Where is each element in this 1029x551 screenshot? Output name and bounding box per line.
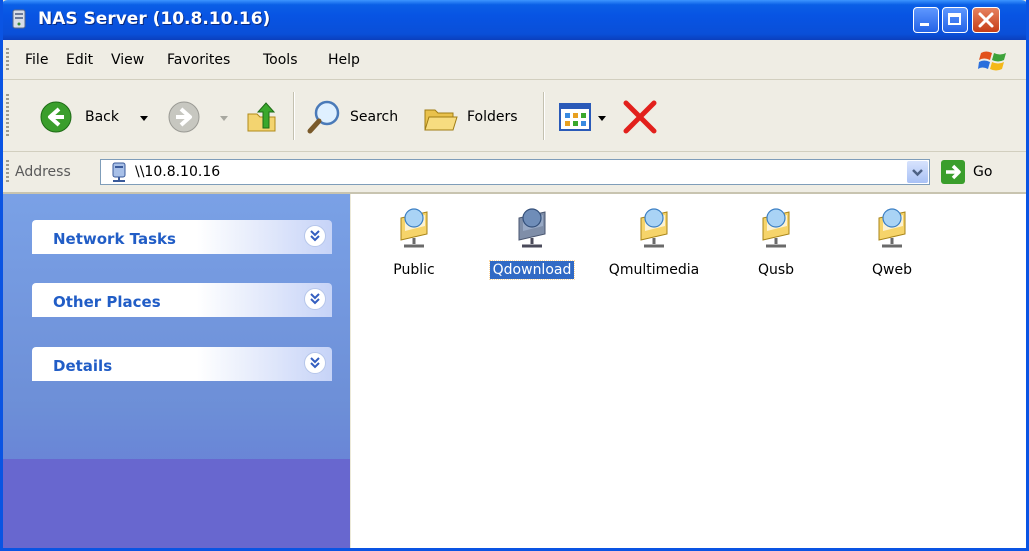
shared-folder-icon	[762, 208, 790, 248]
folder-item-public[interactable]: Public	[359, 198, 469, 288]
views-dropdown-icon[interactable]	[597, 113, 607, 123]
folder-item-qusb[interactable]: Qusb	[721, 198, 831, 288]
details-panel[interactable]: Details	[32, 347, 332, 381]
explorer-window: NAS Server (10.8.10.16) File Edit View F…	[0, 0, 1029, 551]
back-dropdown-icon[interactable]	[139, 113, 149, 123]
folders-icon	[424, 109, 458, 131]
address-bar: Address \\10.8.10.16 Go	[3, 152, 1026, 194]
up-folder-icon[interactable]	[245, 100, 279, 134]
folder-label: Public	[393, 262, 435, 278]
standard-toolbar: Back Search Folders	[3, 80, 1026, 152]
folders-label: Folders	[467, 109, 518, 125]
go-button[interactable]	[941, 160, 965, 184]
panel-title: Details	[53, 357, 113, 375]
window-title: NAS Server (10.8.10.16)	[38, 9, 271, 29]
shared-folder-icon	[878, 208, 906, 248]
network-server-icon	[112, 162, 126, 182]
task-pane: Network Tasks Other Places Details	[3, 194, 350, 548]
folder-label: Qusb	[757, 262, 795, 278]
toolbar-separator	[543, 92, 544, 140]
menu-edit[interactable]: Edit	[66, 52, 93, 68]
back-arrow-icon	[40, 101, 72, 133]
windows-logo-icon	[978, 51, 1006, 71]
folder-view[interactable]: Public Qdownload Qmultimedia Qusb Qweb	[351, 194, 1026, 548]
menu-tools[interactable]: Tools	[263, 52, 298, 68]
menu-view[interactable]: View	[111, 52, 144, 68]
menu-grip[interactable]	[6, 48, 9, 72]
back-label: Back	[85, 109, 119, 125]
address-text: \\10.8.10.16	[135, 164, 221, 180]
forward-button[interactable]	[167, 100, 237, 134]
delete-icon[interactable]	[621, 98, 659, 136]
network-tasks-panel[interactable]: Network Tasks	[32, 220, 332, 254]
close-button[interactable]	[972, 7, 1000, 33]
chevron-down-icon	[912, 169, 923, 177]
maximize-button[interactable]	[942, 7, 968, 33]
address-label: Address	[15, 164, 71, 180]
toolbar-grip[interactable]	[6, 94, 9, 138]
folder-label: Qdownload	[477, 260, 587, 280]
address-grip[interactable]	[6, 160, 9, 184]
other-places-panel[interactable]: Other Places	[32, 283, 332, 317]
folder-label: Qweb	[872, 262, 912, 278]
toolbar-separator	[293, 92, 294, 140]
close-icon	[978, 12, 994, 28]
shared-folder-icon	[640, 208, 668, 248]
back-button[interactable]: Back	[39, 100, 165, 134]
forward-dropdown-icon[interactable]	[219, 113, 229, 123]
menu-bar: File Edit View Favorites Tools Help	[3, 40, 1026, 80]
panel-title: Other Places	[53, 293, 161, 311]
menu-favorites[interactable]: Favorites	[167, 52, 230, 68]
address-dropdown-button[interactable]	[907, 161, 928, 183]
views-icon	[559, 103, 591, 131]
folder-item-qweb[interactable]: Qweb	[837, 198, 947, 288]
search-label: Search	[350, 109, 399, 125]
expand-chevron-icon[interactable]	[304, 225, 326, 247]
go-label[interactable]: Go	[973, 164, 992, 180]
search-button[interactable]: Search	[306, 100, 410, 134]
go-arrow-icon	[946, 164, 961, 180]
menu-help[interactable]: Help	[328, 52, 360, 68]
expand-chevron-icon[interactable]	[304, 352, 326, 374]
server-icon	[12, 9, 26, 29]
folders-button[interactable]: Folders	[423, 100, 533, 134]
minimize-button[interactable]	[913, 7, 939, 33]
forward-arrow-icon	[168, 101, 200, 133]
views-button[interactable]	[559, 102, 611, 132]
search-icon	[307, 100, 340, 134]
shared-folder-icon	[400, 208, 428, 248]
task-pane-lower	[3, 459, 350, 548]
address-input[interactable]: \\10.8.10.16	[100, 159, 930, 185]
title-bar[interactable]: NAS Server (10.8.10.16)	[3, 0, 1026, 40]
menu-file[interactable]: File	[25, 52, 48, 68]
shared-folder-icon	[518, 208, 546, 248]
folder-label: Qmultimedia	[608, 262, 700, 278]
folder-item-qdownload[interactable]: Qdownload	[477, 198, 587, 288]
panel-title: Network Tasks	[53, 230, 176, 248]
expand-chevron-icon[interactable]	[304, 288, 326, 310]
folder-item-qmultimedia[interactable]: Qmultimedia	[599, 198, 709, 288]
